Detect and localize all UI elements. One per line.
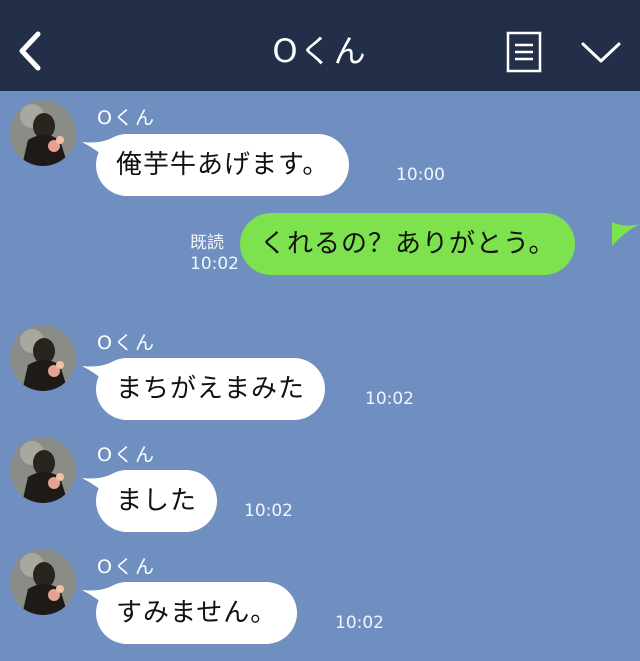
message-time: 10:02 xyxy=(365,389,414,409)
message-bubble[interactable]: くれるの？ありがとう。 xyxy=(240,213,576,275)
sender-name: Oくん xyxy=(97,332,156,354)
message-bubble[interactable]: すみません。 xyxy=(96,582,298,644)
read-status: 既読 10:02 xyxy=(190,233,239,275)
message-bubble[interactable]: まちがえまみた xyxy=(96,358,326,420)
message-time: 10:02 xyxy=(190,254,239,274)
chat-title: Oくん xyxy=(272,32,368,70)
message-time: 10:00 xyxy=(396,165,445,185)
avatar[interactable] xyxy=(10,100,76,166)
sender-name: Oくん xyxy=(97,556,156,578)
message-bubble[interactable]: ました xyxy=(96,470,218,532)
bubble-tail xyxy=(612,222,640,246)
notes-icon[interactable] xyxy=(506,31,542,73)
read-label: 既読 xyxy=(190,233,224,253)
avatar[interactable] xyxy=(10,325,76,391)
chevron-down-icon[interactable] xyxy=(580,38,622,66)
avatar[interactable] xyxy=(10,549,76,615)
message-bubble[interactable]: 俺芋牛あげます。 xyxy=(96,134,350,196)
sender-name: Oくん xyxy=(97,444,156,466)
message-time: 10:02 xyxy=(335,613,384,633)
message-time: 10:02 xyxy=(244,501,293,521)
chat-header: Oくん xyxy=(0,0,640,91)
avatar[interactable] xyxy=(10,437,76,503)
sender-name: Oくん xyxy=(97,107,156,129)
